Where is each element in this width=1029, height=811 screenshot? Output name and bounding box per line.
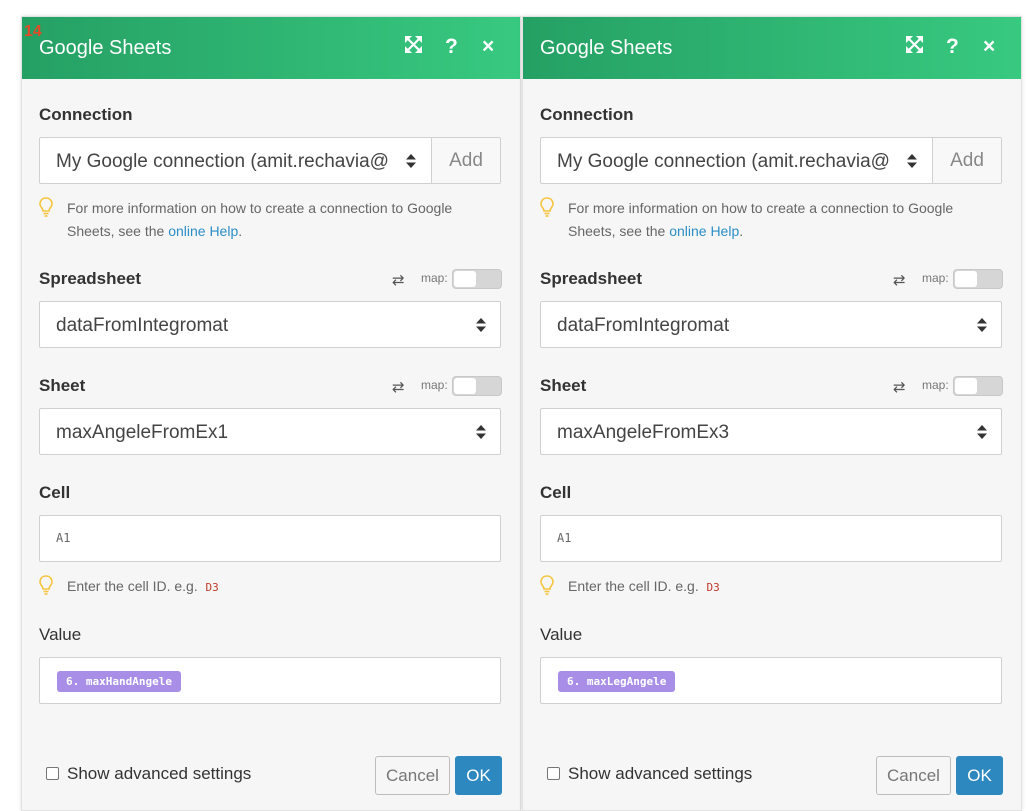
connection-hint: For more information on how to create a … [540, 197, 1002, 243]
panel-title: Google Sheets [540, 37, 673, 59]
cell-input[interactable]: A1 [39, 515, 501, 562]
connection-hint-line2: Sheets, see the [568, 223, 670, 239]
sheet-value: maxAngeleFromEx1 [56, 422, 229, 443]
lightbulb-icon [540, 575, 554, 595]
sheet-label: Sheet [39, 376, 86, 395]
select-caret-icon [406, 154, 416, 168]
select-caret-icon [977, 425, 987, 439]
select-caret-icon [907, 154, 917, 168]
spreadsheet-map-control: ⇄ map: [893, 269, 1003, 289]
online-help-link[interactable]: online Help [669, 223, 739, 239]
map-toggle[interactable] [452, 376, 502, 396]
map-label: map: [922, 378, 949, 392]
select-caret-icon [977, 318, 987, 332]
panel-header: Google Sheets ? × [523, 17, 1021, 79]
ok-button[interactable]: OK [455, 756, 502, 795]
sheet-select[interactable]: maxAngeleFromEx1 [39, 408, 501, 455]
sync-icon[interactable]: ⇄ [392, 271, 405, 289]
cell-label: Cell [39, 483, 71, 502]
cell-value: A1 [557, 531, 572, 545]
connection-value: My Google connection (amit.rechavia@ [557, 151, 890, 172]
connection-value: My Google connection (amit.rechavia@ [56, 151, 389, 172]
advanced-settings-label[interactable]: Show advanced settings [568, 764, 752, 784]
connection-hint-line1: For more information on how to create a … [568, 200, 954, 216]
add-connection-button[interactable]: Add [932, 138, 1001, 183]
connection-label: Connection [540, 105, 634, 124]
select-caret-icon [476, 425, 486, 439]
online-help-link[interactable]: online Help [168, 223, 238, 239]
close-icon[interactable]: × [983, 35, 995, 59]
spreadsheet-select[interactable]: dataFromIntegromat [540, 301, 1002, 348]
connection-hint-line1: For more information on how to create a … [67, 200, 453, 216]
help-icon[interactable]: ? [946, 35, 959, 59]
module-number-badge: 14 [24, 23, 42, 40]
sync-icon[interactable]: ⇄ [392, 378, 405, 396]
map-label: map: [922, 271, 949, 285]
select-caret-icon [476, 318, 486, 332]
map-toggle[interactable] [953, 376, 1003, 396]
lightbulb-icon [39, 575, 53, 595]
map-label: map: [421, 378, 448, 392]
module-settings-panel-right: Google Sheets ? × Connection My Google c… [522, 16, 1022, 811]
expand-icon[interactable] [404, 35, 423, 60]
spreadsheet-label: Spreadsheet [540, 269, 643, 288]
cancel-button[interactable]: Cancel [876, 756, 951, 795]
sync-icon[interactable]: ⇄ [893, 378, 906, 396]
sheet-label: Sheet [540, 376, 587, 395]
help-icon[interactable]: ? [445, 35, 458, 59]
map-toggle[interactable] [953, 269, 1003, 289]
map-label: map: [421, 271, 448, 285]
cell-hint-code: D3 [706, 581, 720, 594]
cell-input[interactable]: A1 [540, 515, 1002, 562]
spreadsheet-map-control: ⇄ map: [392, 269, 502, 289]
panel-header: Google Sheets 14 ? × [22, 17, 520, 79]
connection-label: Connection [39, 105, 133, 124]
ok-button[interactable]: OK [956, 756, 1003, 795]
panel-title: Google Sheets [39, 37, 172, 59]
module-settings-panel-left: Google Sheets 14 ? × Connection My Googl… [21, 16, 521, 811]
cell-hint-text: Enter the cell ID. e.g. [67, 578, 198, 594]
advanced-settings-checkbox[interactable] [547, 767, 560, 780]
add-connection-button[interactable]: Add [431, 138, 500, 183]
cell-hint-code: D3 [205, 581, 219, 594]
spreadsheet-select[interactable]: dataFromIntegromat [39, 301, 501, 348]
connection-select[interactable]: My Google connection (amit.rechavia@ Add [540, 137, 1002, 184]
mapped-value-pill[interactable]: 6. maxHandAngele [57, 671, 181, 692]
connection-select[interactable]: My Google connection (amit.rechavia@ Add [39, 137, 501, 184]
close-icon[interactable]: × [482, 35, 494, 59]
lightbulb-icon [540, 197, 554, 217]
cell-hint-text: Enter the cell ID. e.g. [568, 578, 699, 594]
value-input[interactable]: 6. maxHandAngele [39, 657, 501, 704]
sheet-select[interactable]: maxAngeleFromEx3 [540, 408, 1002, 455]
sheet-value: maxAngeleFromEx3 [557, 422, 730, 443]
hint-period: . [238, 223, 243, 239]
sheet-map-control: ⇄ map: [893, 376, 1003, 396]
mapped-value-pill[interactable]: 6. maxLegAngele [558, 671, 676, 692]
cell-hint: Enter the cell ID. e.g. D3 [540, 575, 1002, 599]
spreadsheet-label: Spreadsheet [39, 269, 142, 288]
advanced-settings-checkbox[interactable] [46, 767, 59, 780]
cell-value: A1 [56, 531, 71, 545]
cell-hint: Enter the cell ID. e.g. D3 [39, 575, 501, 599]
sync-icon[interactable]: ⇄ [893, 271, 906, 289]
spreadsheet-value: dataFromIntegromat [557, 315, 730, 336]
value-input[interactable]: 6. maxLegAngele [540, 657, 1002, 704]
advanced-settings-label[interactable]: Show advanced settings [67, 764, 251, 784]
spreadsheet-value: dataFromIntegromat [56, 315, 229, 336]
connection-hint-line2: Sheets, see the [67, 223, 169, 239]
panel-footer: Show advanced settings Cancel OK [22, 744, 520, 810]
map-toggle[interactable] [452, 269, 502, 289]
value-label: Value [540, 625, 583, 644]
sheet-map-control: ⇄ map: [392, 376, 502, 396]
hint-period: . [739, 223, 744, 239]
expand-icon[interactable] [905, 35, 924, 60]
lightbulb-icon [39, 197, 53, 217]
panel-footer: Show advanced settings Cancel OK [523, 744, 1021, 810]
cancel-button[interactable]: Cancel [375, 756, 450, 795]
value-label: Value [39, 625, 82, 644]
connection-hint: For more information on how to create a … [39, 197, 501, 243]
cell-label: Cell [540, 483, 572, 502]
